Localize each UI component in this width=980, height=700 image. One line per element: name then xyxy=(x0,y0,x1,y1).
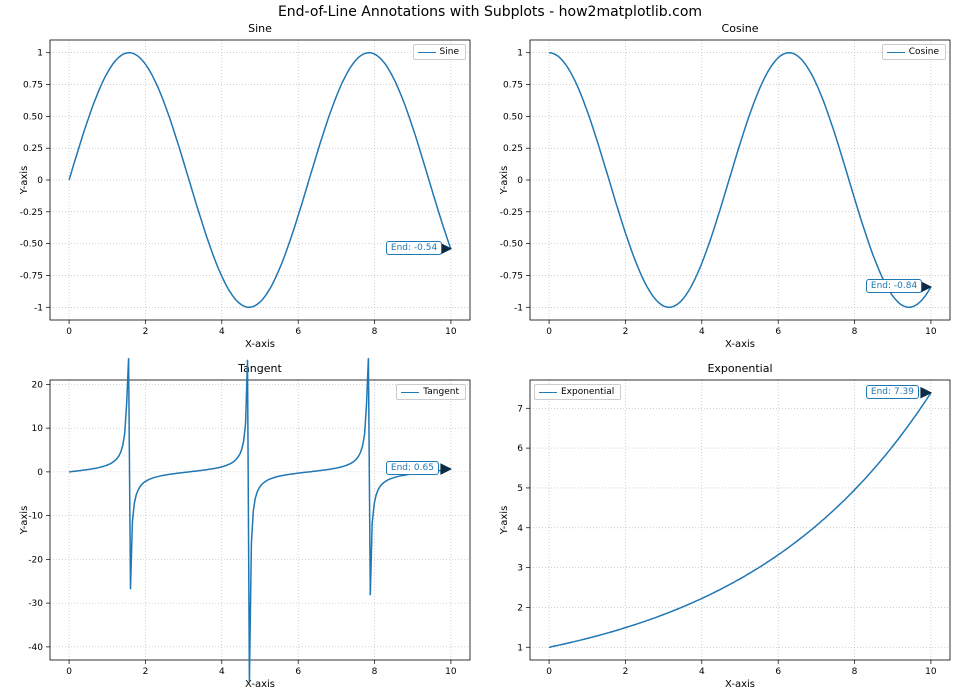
svg-text:0.50: 0.50 xyxy=(23,112,43,122)
svg-text:2: 2 xyxy=(517,603,523,613)
svg-text:0.75: 0.75 xyxy=(23,81,43,91)
svg-text:7: 7 xyxy=(517,404,523,414)
svg-text:-1: -1 xyxy=(34,303,43,313)
svg-text:-20: -20 xyxy=(28,555,43,565)
svg-text:-0.25: -0.25 xyxy=(20,208,43,218)
figure-suptitle: End-of-Line Annotations with Subplots - … xyxy=(0,4,980,20)
svg-text:2: 2 xyxy=(143,327,149,337)
svg-text:4: 4 xyxy=(699,327,705,337)
svg-text:0.50: 0.50 xyxy=(503,112,523,122)
legend-line-icon xyxy=(418,52,436,53)
legend-label: Exponential xyxy=(561,387,614,397)
svg-text:0: 0 xyxy=(37,468,43,478)
axes-title: Sine xyxy=(50,22,470,35)
axes-title: Cosine xyxy=(530,22,950,35)
svg-text:0: 0 xyxy=(546,667,552,677)
svg-text:-1: -1 xyxy=(514,303,523,313)
x-axis-label: X-axis xyxy=(530,339,950,350)
x-axis-label: X-axis xyxy=(50,339,470,350)
svg-text:6: 6 xyxy=(775,667,781,677)
svg-text:5: 5 xyxy=(517,484,523,494)
svg-text:-30: -30 xyxy=(28,599,43,609)
svg-text:6: 6 xyxy=(295,327,301,337)
svg-text:6: 6 xyxy=(775,327,781,337)
svg-text:4: 4 xyxy=(699,667,705,677)
svg-text:-0.75: -0.75 xyxy=(500,271,523,281)
svg-text:10: 10 xyxy=(925,327,937,337)
subplot-cosine: Cosine Y-axis X-axis 0246810-1-0.75-0.50… xyxy=(530,40,950,320)
svg-text:1: 1 xyxy=(517,49,523,59)
svg-text:0.25: 0.25 xyxy=(503,144,523,154)
svg-text:1: 1 xyxy=(517,643,523,653)
svg-text:6: 6 xyxy=(517,444,523,454)
svg-text:8: 8 xyxy=(372,667,378,677)
y-axis-label: Y-axis xyxy=(19,166,30,195)
svg-text:1: 1 xyxy=(37,49,43,59)
svg-text:0.25: 0.25 xyxy=(23,144,43,154)
svg-text:0: 0 xyxy=(517,176,523,186)
legend: Exponential xyxy=(534,384,621,400)
svg-text:3: 3 xyxy=(517,564,523,574)
svg-text:8: 8 xyxy=(852,667,858,677)
svg-text:-40: -40 xyxy=(28,643,43,653)
legend-line-icon xyxy=(401,392,419,393)
svg-text:20: 20 xyxy=(32,380,44,390)
svg-text:10: 10 xyxy=(925,667,937,677)
svg-text:2: 2 xyxy=(623,327,629,337)
legend: Cosine xyxy=(882,44,946,60)
legend-label: Sine xyxy=(440,47,459,57)
svg-text:8: 8 xyxy=(852,327,858,337)
svg-text:0: 0 xyxy=(66,667,72,677)
end-annotation: End: 7.39 xyxy=(866,385,919,399)
svg-text:0: 0 xyxy=(37,176,43,186)
subplot-exponential: Exponential Y-axis X-axis 02468101234567… xyxy=(530,380,950,660)
axes-canvas: 0246810-40-30-20-1001020 xyxy=(50,380,470,660)
svg-text:-0.75: -0.75 xyxy=(20,271,43,281)
axes-canvas: 0246810-1-0.75-0.50-0.2500.250.500.751 xyxy=(50,40,470,320)
svg-text:0.75: 0.75 xyxy=(503,81,523,91)
legend-label: Tangent xyxy=(423,387,459,397)
legend-line-icon xyxy=(539,392,557,393)
x-axis-label: X-axis xyxy=(530,679,950,690)
subplot-sine: Sine Y-axis X-axis 0246810-1-0.75-0.50-0… xyxy=(50,40,470,320)
end-annotation: End: -0.54 xyxy=(386,241,442,255)
svg-text:0: 0 xyxy=(546,327,552,337)
legend-label: Cosine xyxy=(909,47,939,57)
legend: Tangent xyxy=(396,384,466,400)
axes-title: Exponential xyxy=(530,362,950,375)
svg-text:-0.25: -0.25 xyxy=(500,208,523,218)
axes-title: Tangent xyxy=(50,362,470,375)
svg-text:4: 4 xyxy=(517,524,523,534)
svg-text:8: 8 xyxy=(372,327,378,337)
svg-text:0: 0 xyxy=(66,327,72,337)
axes-canvas: 02468101234567 xyxy=(530,380,950,660)
end-annotation: End: -0.84 xyxy=(866,279,922,293)
svg-text:-0.50: -0.50 xyxy=(500,240,524,250)
svg-text:4: 4 xyxy=(219,667,225,677)
svg-text:-0.50: -0.50 xyxy=(20,240,44,250)
svg-text:10: 10 xyxy=(445,667,457,677)
svg-text:2: 2 xyxy=(143,667,149,677)
y-axis-label: Y-axis xyxy=(499,506,510,535)
figure: End-of-Line Annotations with Subplots - … xyxy=(0,0,980,700)
y-axis-label: Y-axis xyxy=(499,166,510,195)
svg-text:2: 2 xyxy=(623,667,629,677)
svg-text:4: 4 xyxy=(219,327,225,337)
legend: Sine xyxy=(413,44,466,60)
end-annotation: End: 0.65 xyxy=(386,461,439,475)
svg-text:6: 6 xyxy=(295,667,301,677)
svg-text:10: 10 xyxy=(32,424,44,434)
svg-text:10: 10 xyxy=(445,327,457,337)
x-axis-label: X-axis xyxy=(50,679,470,690)
svg-text:-10: -10 xyxy=(28,512,43,522)
legend-line-icon xyxy=(887,52,905,53)
subplot-tangent: Tangent Y-axis X-axis 0246810-40-30-20-1… xyxy=(50,380,470,660)
